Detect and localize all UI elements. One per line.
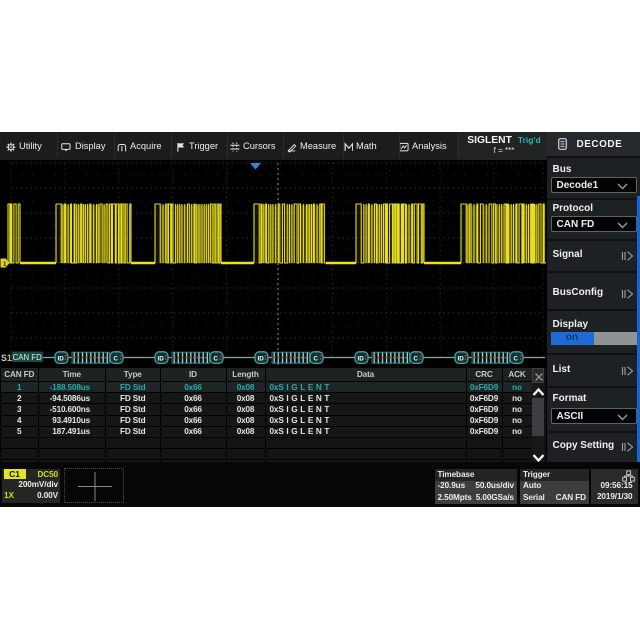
svg-text:C: C	[113, 356, 118, 363]
svg-text:C: C	[413, 356, 418, 363]
svg-text:ID: ID	[458, 356, 465, 363]
svg-text:S1: S1	[1, 353, 12, 363]
svg-text:ID: ID	[258, 356, 265, 363]
svg-text:ID: ID	[158, 356, 165, 363]
svg-text:C: C	[313, 356, 318, 363]
svg-text:CAN FD: CAN FD	[13, 353, 42, 362]
svg-text:C: C	[213, 356, 218, 363]
svg-text:C: C	[513, 356, 518, 363]
svg-text:ID: ID	[58, 356, 65, 363]
svg-text:ID: ID	[358, 356, 365, 363]
svg-text:1: 1	[3, 261, 7, 268]
